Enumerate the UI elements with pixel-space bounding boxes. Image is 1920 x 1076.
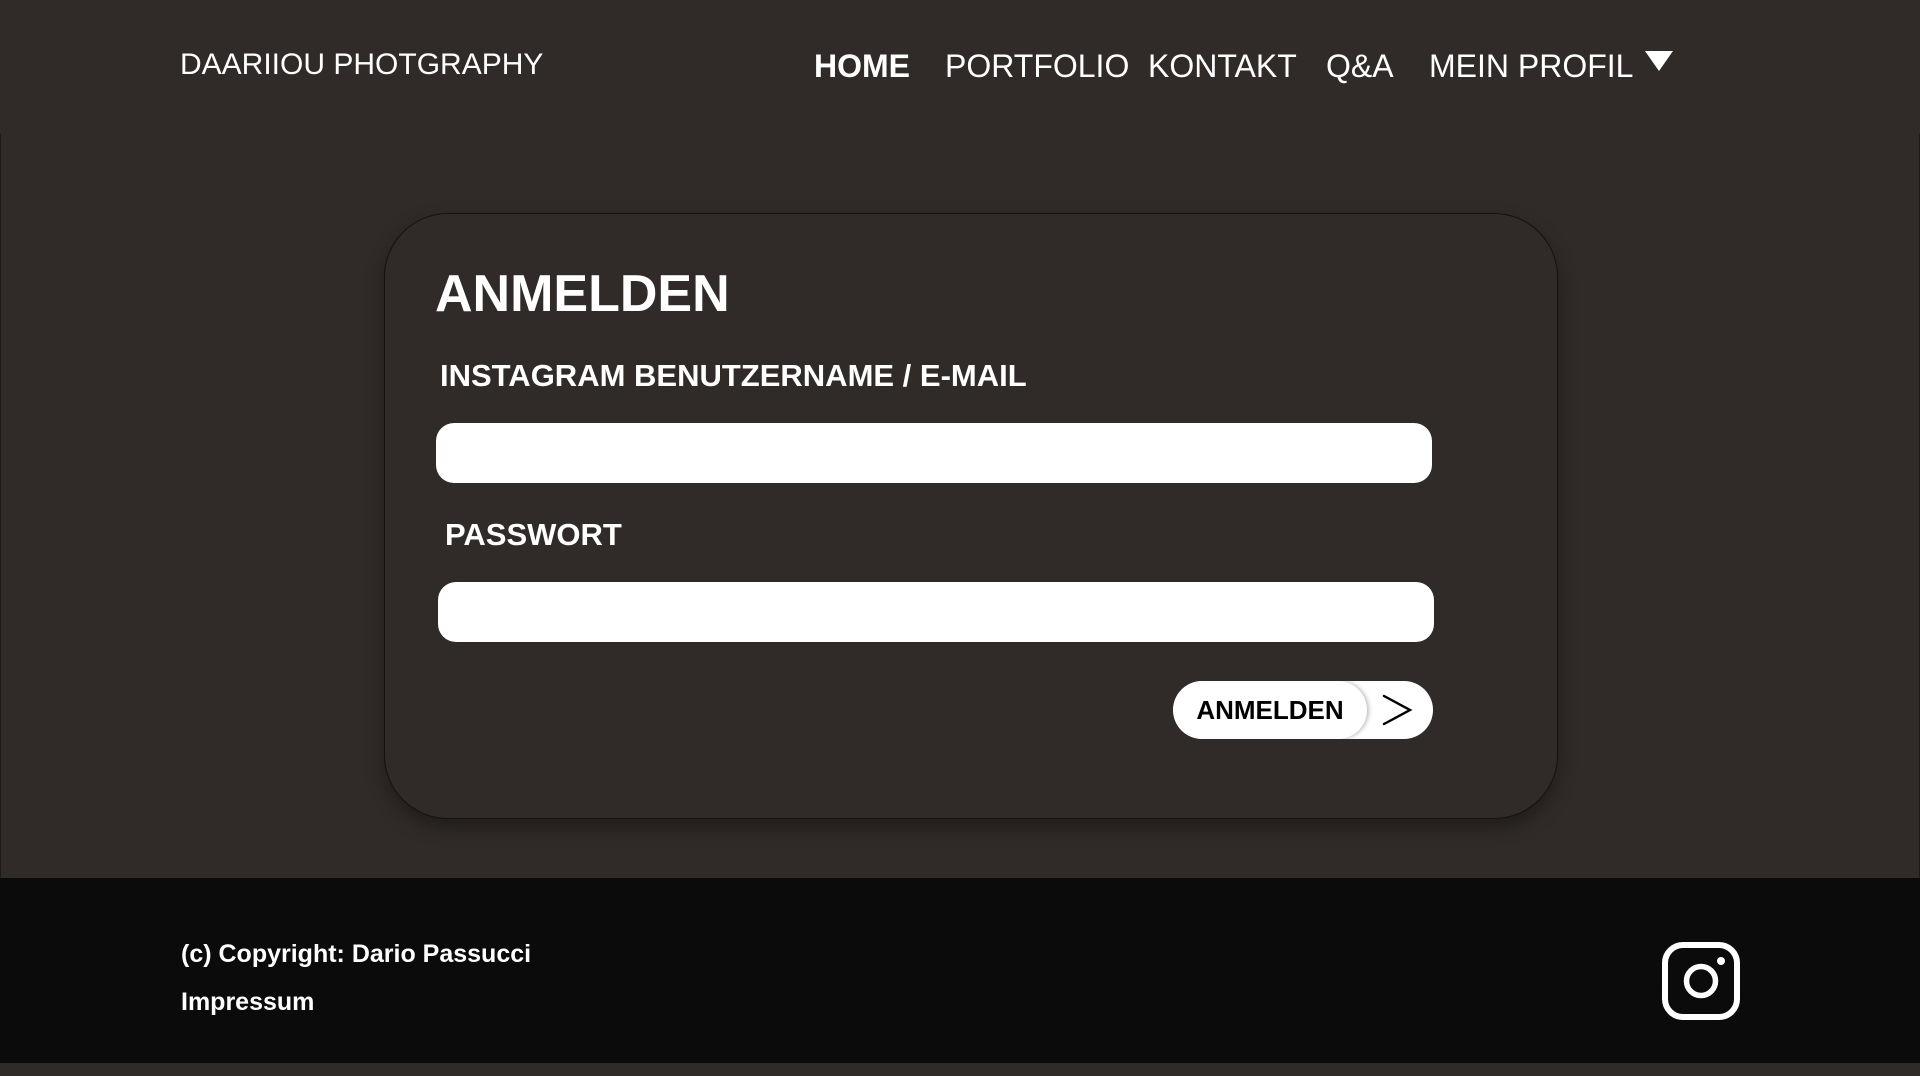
nav-portfolio[interactable]: PORTFOLIO bbox=[945, 48, 1129, 85]
instagram-icon[interactable] bbox=[1661, 941, 1741, 1021]
site-header: DAARIIOU PHOTGRAPHY HOME PORTFOLIO KONTA… bbox=[0, 0, 1920, 134]
brand-logo-text[interactable]: DAARIIOU PHOTGRAPHY bbox=[180, 48, 543, 82]
copyright-text: (c) Copyright: Dario Passucci bbox=[181, 940, 532, 968]
chevron-right-icon bbox=[1382, 694, 1413, 726]
site-footer: (c) Copyright: Dario Passucci Impressum bbox=[0, 878, 1920, 1063]
password-input[interactable] bbox=[438, 582, 1434, 642]
username-label: INSTAGRAM BENUTZERNAME / E-MAIL bbox=[440, 358, 1027, 393]
nav-mein-profil-label: MEIN PROFIL bbox=[1429, 48, 1634, 84]
left-divider bbox=[0, 134, 1, 878]
nav-mein-profil[interactable]: MEIN PROFIL bbox=[1429, 48, 1674, 85]
login-submit-button[interactable]: ANMELDEN bbox=[1173, 681, 1433, 739]
caret-down-icon[interactable] bbox=[1645, 51, 1674, 71]
nav-home[interactable]: HOME bbox=[814, 48, 910, 85]
page: DAARIIOU PHOTGRAPHY HOME PORTFOLIO KONTA… bbox=[0, 0, 1920, 1076]
nav-qa[interactable]: Q&A bbox=[1326, 48, 1394, 85]
password-label: PASSWORT bbox=[445, 517, 622, 552]
login-title: ANMELDEN bbox=[435, 265, 730, 323]
bottom-strip bbox=[0, 1063, 1920, 1076]
submit-button-label: ANMELDEN bbox=[1196, 695, 1344, 725]
impressum-link[interactable]: Impressum bbox=[181, 988, 314, 1017]
username-input[interactable] bbox=[436, 423, 1432, 483]
login-card: ANMELDEN INSTAGRAM BENUTZERNAME / E-MAIL… bbox=[384, 213, 1558, 819]
nav-kontakt[interactable]: KONTAKT bbox=[1148, 48, 1297, 85]
